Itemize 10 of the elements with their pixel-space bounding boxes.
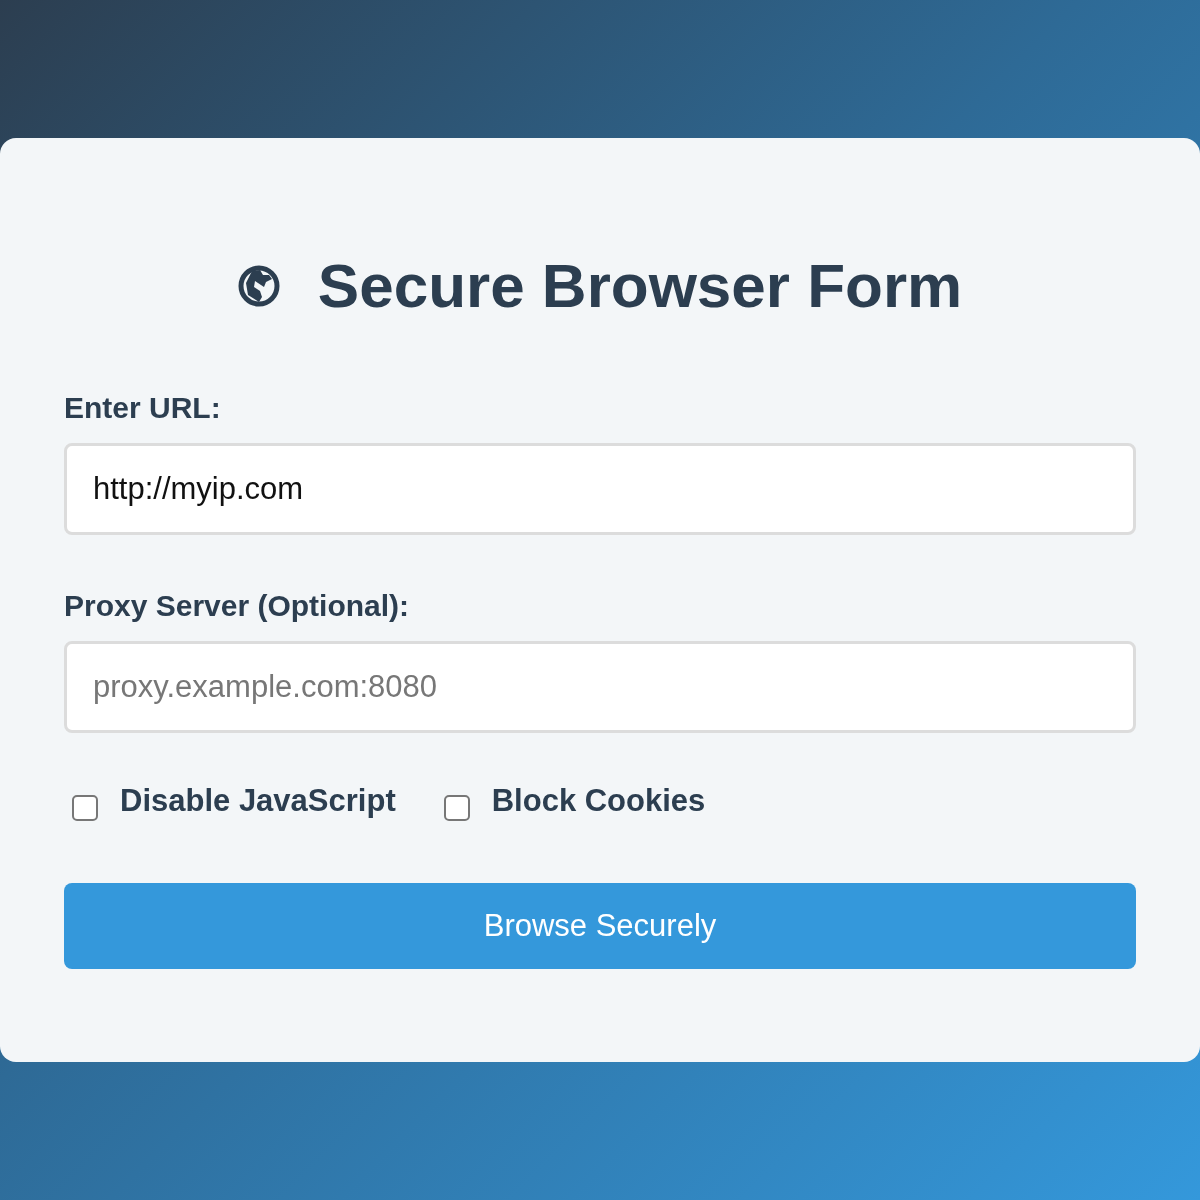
checkbox-label: Block Cookies — [491, 783, 706, 819]
checkbox-label: Disable JavaScript — [120, 783, 396, 819]
checkbox[interactable] — [72, 795, 98, 821]
form-title: Secure Browser Form — [317, 250, 963, 321]
url-field[interactable]: http://myip.com — [64, 443, 1136, 535]
globe-icon — [237, 264, 280, 307]
proxy-field[interactable]: proxy.example.com:8080 — [64, 641, 1136, 733]
field-label: Enter URL: — [64, 391, 222, 425]
checkbox[interactable] — [443, 795, 470, 821]
field-label: Proxy Server (Optional): — [64, 589, 411, 623]
